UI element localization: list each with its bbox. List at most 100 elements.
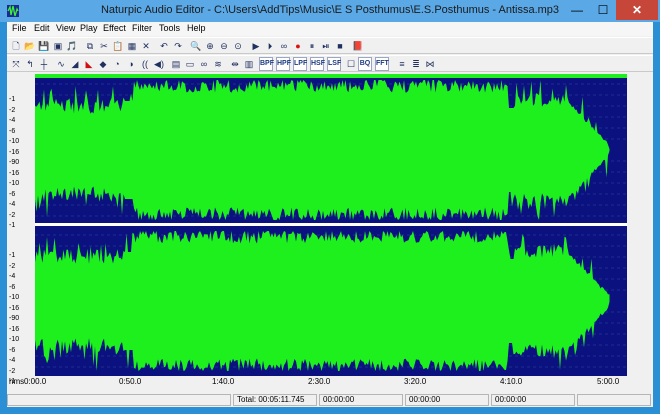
menu-play[interactable]: Play bbox=[80, 23, 98, 33]
menu-help[interactable]: Help bbox=[187, 23, 206, 33]
redo-icon[interactable]: ↷ bbox=[171, 39, 185, 53]
effects-toolbar: ⤧ ↰ ┼ ∿ ◢ ◣ ◆ ◔ ◑((◀) ▤ ▭ ∞ ≋ ⇹ ▥ BPF HPF LPF HSF LSF ☐ BQ FFT… bbox=[7, 55, 653, 72]
delete-icon[interactable]: ✕ bbox=[139, 39, 153, 53]
reverb-icon[interactable]: ◑ bbox=[124, 57, 138, 71]
time-tick-label: 5:00.0 bbox=[597, 377, 620, 386]
amplitude-label: -1 bbox=[9, 222, 16, 229]
channel-separator bbox=[35, 223, 627, 226]
echo-icon[interactable]: ◔ bbox=[110, 57, 124, 71]
cut-icon[interactable]: ✂ bbox=[97, 39, 111, 53]
amplitude-label: -2 bbox=[9, 106, 16, 114]
compressor-icon[interactable]: ▤ bbox=[169, 57, 183, 71]
fade-icon[interactable]: ◆ bbox=[96, 57, 110, 71]
time-tick-label: 0:50.0 bbox=[119, 377, 142, 386]
time-ruler: hms 0:00.0 0:50.0 1:40.0 2:30.0 3:20.0 4:10.0 5… bbox=[7, 377, 653, 389]
pitch-icon[interactable]: ∞ bbox=[197, 57, 211, 71]
status-bar: Total: 00:05:11.745 00:00:00 00:00:00 00… bbox=[7, 393, 653, 407]
chorus-icon[interactable]: (( bbox=[138, 57, 152, 71]
amplitude-label: -2 bbox=[9, 211, 16, 219]
status-selection-length: 00:00:00 bbox=[491, 394, 575, 406]
menu-filter[interactable]: Filter bbox=[132, 23, 152, 33]
amplitude-label: -90 bbox=[9, 315, 20, 322]
amplitude-label: -10 bbox=[9, 138, 20, 145]
fade-in-icon[interactable]: ◢ bbox=[68, 57, 82, 71]
zoom-in-icon[interactable]: 🔍 bbox=[189, 39, 203, 53]
menu-file[interactable]: File bbox=[12, 23, 27, 33]
vocal-remove-icon[interactable]: ⋈ bbox=[423, 57, 437, 71]
save-as-icon[interactable]: ▣ bbox=[51, 39, 65, 53]
minimize-button[interactable]: — bbox=[564, 0, 590, 20]
fade-out-icon[interactable]: ◣ bbox=[82, 57, 96, 71]
status-panel-extra bbox=[577, 394, 651, 406]
hpf-icon[interactable]: HPF bbox=[276, 57, 291, 71]
amplitude-label: -16 bbox=[9, 304, 20, 312]
status-total: Total: 00:05:11.745 bbox=[233, 394, 317, 406]
amplitude-label: -4 bbox=[9, 357, 16, 364]
new-file-icon[interactable]: 🗋 bbox=[9, 39, 23, 53]
open-folder-icon[interactable]: 📂 bbox=[23, 39, 37, 53]
amplify-icon[interactable]: ∿ bbox=[54, 57, 68, 71]
zoom-all-icon[interactable]: ⊙ bbox=[231, 39, 245, 53]
menu-view[interactable]: View bbox=[56, 23, 75, 33]
pause-icon[interactable]: ⏸ bbox=[305, 39, 319, 53]
zoom-selection-icon[interactable]: ⊕ bbox=[203, 39, 217, 53]
menu-effect[interactable]: Effect bbox=[103, 23, 126, 33]
client-area: File Edit View Play Effect Filter Tools … bbox=[7, 22, 653, 407]
selection-bar bbox=[35, 74, 627, 78]
amplitude-label: -10 bbox=[9, 180, 20, 187]
tempo-icon[interactable]: ≋ bbox=[211, 57, 225, 71]
play-icon[interactable]: ▶ bbox=[249, 39, 263, 53]
mix-paste-icon[interactable]: ▦ bbox=[125, 39, 139, 53]
amplitude-label: -6 bbox=[9, 190, 16, 198]
amplitude-label: -4 bbox=[9, 201, 16, 208]
play-selection-icon[interactable]: ⏵ bbox=[263, 39, 277, 53]
save-icon[interactable]: 💾 bbox=[37, 39, 51, 53]
stop-play-icon[interactable]: ⏯ bbox=[319, 39, 333, 53]
menu-edit[interactable]: Edit bbox=[34, 23, 50, 33]
insert-silence-icon[interactable]: ⇹ bbox=[228, 57, 242, 71]
bpf-icon[interactable]: BPF bbox=[259, 57, 274, 71]
lsf-icon[interactable]: LSF bbox=[327, 57, 341, 71]
undo-icon[interactable]: ↶ bbox=[157, 39, 171, 53]
copy-icon[interactable]: ⧉ bbox=[83, 39, 97, 53]
amplitude-label: -16 bbox=[9, 148, 20, 156]
amplitude-label: -6 bbox=[9, 283, 16, 291]
waveform-display[interactable] bbox=[35, 74, 627, 376]
noise-icon[interactable]: ≣ bbox=[409, 57, 423, 71]
status-panel-empty bbox=[7, 394, 231, 406]
normalize-icon[interactable]: ⤧ bbox=[9, 57, 23, 71]
equalizer-icon[interactable]: ▥ bbox=[242, 57, 256, 71]
amplitude-label: -6 bbox=[9, 346, 16, 354]
record-icon[interactable]: ● bbox=[291, 39, 305, 53]
menu-bar: File Edit View Play Effect Filter Tools … bbox=[7, 22, 653, 36]
amplitude-label: -2 bbox=[9, 262, 16, 270]
hsf-icon[interactable]: HSF bbox=[310, 57, 325, 71]
envelope-icon[interactable]: ▭ bbox=[183, 57, 197, 71]
close-button[interactable]: ✕ bbox=[616, 0, 658, 20]
book-icon[interactable]: 📕 bbox=[351, 39, 365, 53]
waveform-editor: -1 -2 -4 -6 -10 -16 -90 -16 -10 -6 -4 -2 -1 -1 -2 -4 -6 -… bbox=[7, 74, 653, 394]
title-bar: Naturpic Audio Editor - C:\Users\AddTips… bbox=[0, 0, 660, 22]
status-selection-start: 00:00:00 bbox=[319, 394, 403, 406]
paste-icon[interactable]: 📋 bbox=[111, 39, 125, 53]
silence-icon[interactable]: ┼ bbox=[37, 57, 51, 71]
fft-icon[interactable]: FFT bbox=[375, 57, 389, 71]
bq-icon[interactable]: BQ bbox=[358, 57, 372, 71]
loop-icon[interactable]: ∞ bbox=[277, 39, 291, 53]
lpf-icon[interactable]: LPF bbox=[293, 57, 307, 71]
maximize-button[interactable]: ☐ bbox=[590, 0, 616, 20]
stop-icon[interactable]: ■ bbox=[333, 39, 347, 53]
time-tick-label: 4:10.0 bbox=[500, 377, 523, 386]
main-toolbar: 🗋 📂 💾 ▣ 🎵 ⧉ ✂ 📋 ▦ ✕ ↶ ↷ 🔍 ⊕ ⊖ ⊙ ▶ ⏵ ∞ ● ⏸ ⏯ ■ 📕 bbox=[7, 37, 653, 54]
graphic-eq-icon[interactable]: ☐ bbox=[344, 57, 358, 71]
time-unit-label: hms bbox=[9, 377, 25, 386]
properties-icon[interactable]: 🎵 bbox=[65, 39, 79, 53]
menu-tools[interactable]: Tools bbox=[159, 23, 180, 33]
reverse-icon[interactable]: ↰ bbox=[23, 57, 37, 71]
amplitude-label: -10 bbox=[9, 336, 20, 343]
flanger-icon[interactable]: ◀) bbox=[152, 57, 166, 71]
time-tick-label: 0:00.0 bbox=[24, 377, 47, 386]
spectrum-icon[interactable]: ≡ bbox=[395, 57, 409, 71]
amplitude-label: -16 bbox=[9, 169, 20, 177]
zoom-out-icon[interactable]: ⊖ bbox=[217, 39, 231, 53]
